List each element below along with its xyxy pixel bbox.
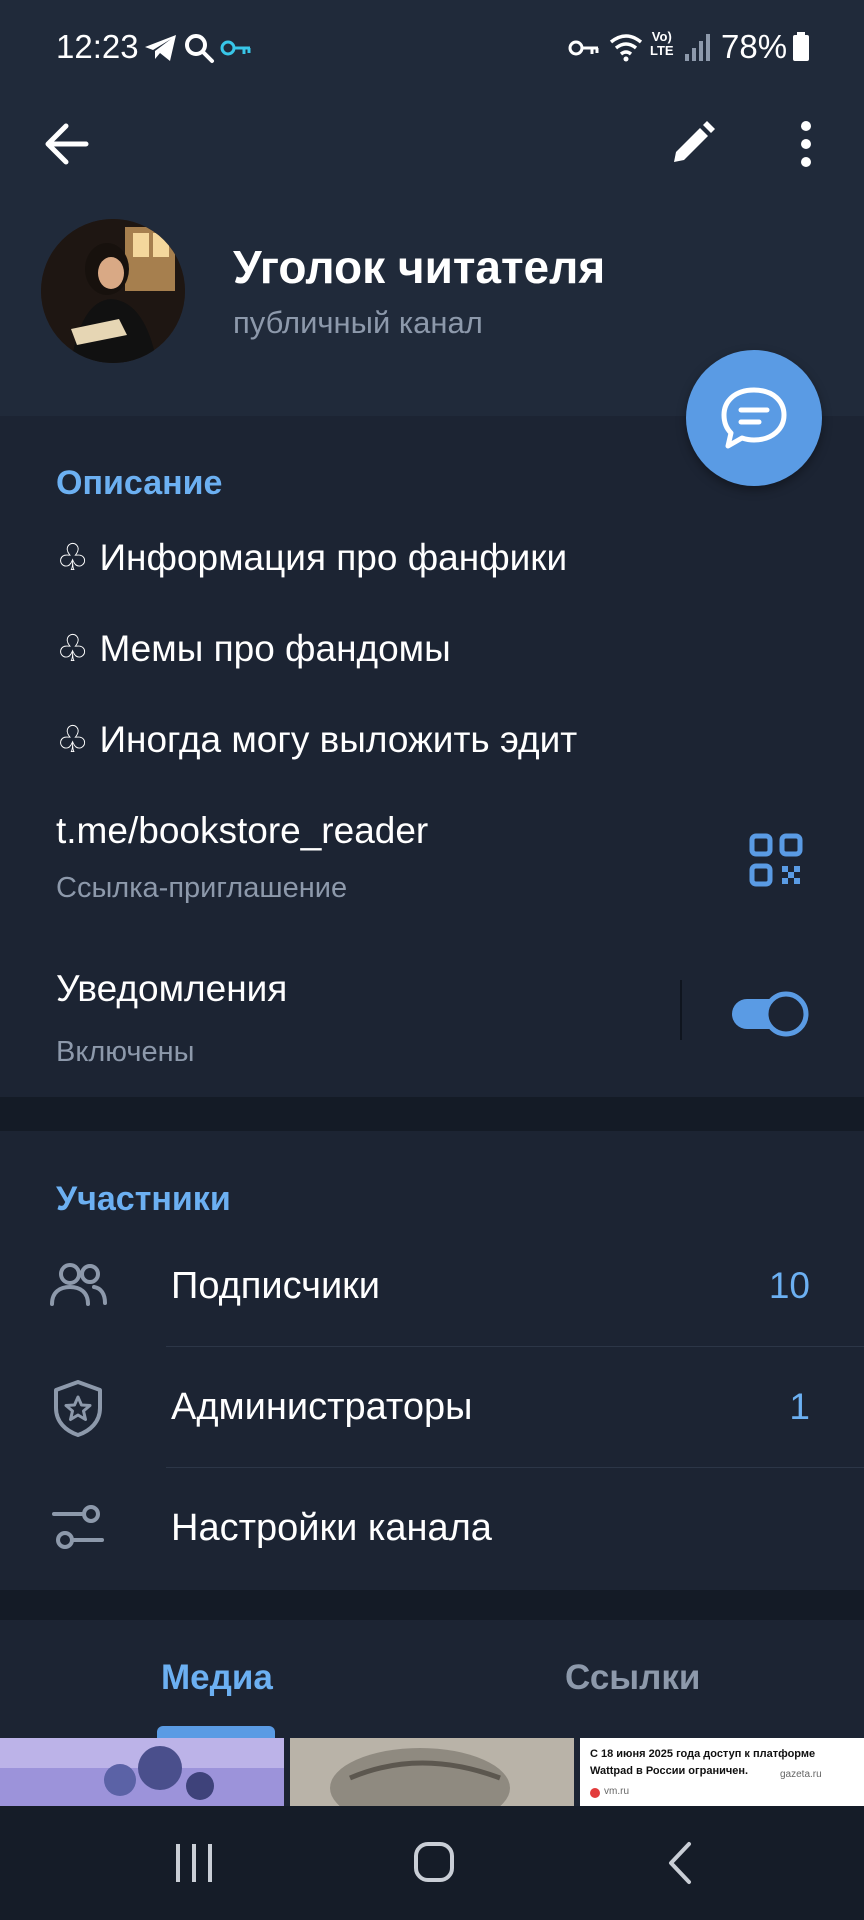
battery-icon: [793, 32, 809, 61]
tab-links-label: Ссылки: [565, 1658, 701, 1697]
media-image: [0, 1738, 284, 1806]
toggle-switch-icon: [732, 991, 809, 1037]
administrators-count: 1: [789, 1386, 810, 1427]
administrators-label: Администраторы: [171, 1386, 473, 1428]
channel-type: публичный канал: [233, 305, 483, 340]
home-button[interactable]: [410, 1838, 460, 1888]
people-icon: [50, 1263, 107, 1306]
avatar-image: [41, 219, 185, 363]
description-heading: Описание: [56, 464, 223, 502]
media-thumbnail[interactable]: [290, 1738, 574, 1806]
subscribers-label: Подписчики: [171, 1265, 381, 1307]
edit-button[interactable]: [652, 104, 732, 184]
more-options-button[interactable]: [766, 104, 846, 184]
more-vertical-icon: [801, 121, 811, 167]
wifi-icon: [609, 34, 643, 62]
invite-link-label: Ссылка-приглашение: [56, 872, 348, 904]
tab-media-label: Медиа: [161, 1658, 273, 1697]
recent-apps-button[interactable]: [170, 1840, 220, 1886]
volte-icon: Vo) LTE: [650, 29, 674, 58]
key-icon: [220, 40, 251, 56]
row-divider: [680, 980, 682, 1040]
telegram-icon: [145, 35, 176, 61]
vpn-key-icon: [568, 40, 599, 56]
members-heading: Участники: [56, 1180, 231, 1218]
status-time: 12:23: [56, 28, 139, 65]
back-button[interactable]: [28, 104, 108, 184]
news-source: vm.ru: [604, 1786, 629, 1797]
settings-sliders-icon: [52, 1505, 104, 1549]
subscribers-count: 10: [768, 1265, 810, 1306]
admin-shield-icon: [54, 1380, 102, 1437]
section-divider: [0, 1097, 864, 1131]
active-tab-indicator: [157, 1726, 275, 1738]
notifications-status: Включены: [56, 1036, 195, 1068]
news-card-thumbnail[interactable]: С 18 июня 2025 года доступ к платформе W…: [580, 1738, 864, 1806]
back-nav-button[interactable]: [655, 1838, 705, 1888]
section-divider: [0, 1590, 864, 1620]
signal-icon: [685, 34, 710, 61]
open-chat-button[interactable]: [686, 350, 822, 486]
media-thumbnail[interactable]: [0, 1738, 284, 1806]
news-source: gazeta.ru: [780, 1769, 822, 1780]
qr-code-button[interactable]: [748, 832, 808, 892]
media-image: [290, 1738, 574, 1806]
channel-settings-label: Настройки канала: [171, 1507, 492, 1549]
description-line: ♧ Иногда могу выложить эдит: [56, 719, 578, 760]
qr-code-icon: [749, 833, 803, 887]
source-logo-icon: [590, 1788, 600, 1798]
chat-bubble-icon: [721, 387, 787, 449]
notifications-title: Уведомления: [56, 968, 288, 1009]
edit-pencil-icon: [674, 121, 715, 162]
channel-avatar[interactable]: [41, 219, 185, 363]
battery-percent: 78%: [721, 28, 788, 65]
search-icon: [185, 34, 214, 63]
back-arrow-icon: [45, 123, 89, 165]
description-line: ♧ Мемы про фандомы: [56, 628, 451, 669]
invite-link[interactable]: t.me/bookstore_reader: [56, 810, 428, 852]
description-line: ♧ Информация про фанфики: [56, 537, 568, 578]
notifications-toggle[interactable]: [730, 990, 812, 1038]
channel-title: Уголок читателя: [233, 241, 606, 293]
